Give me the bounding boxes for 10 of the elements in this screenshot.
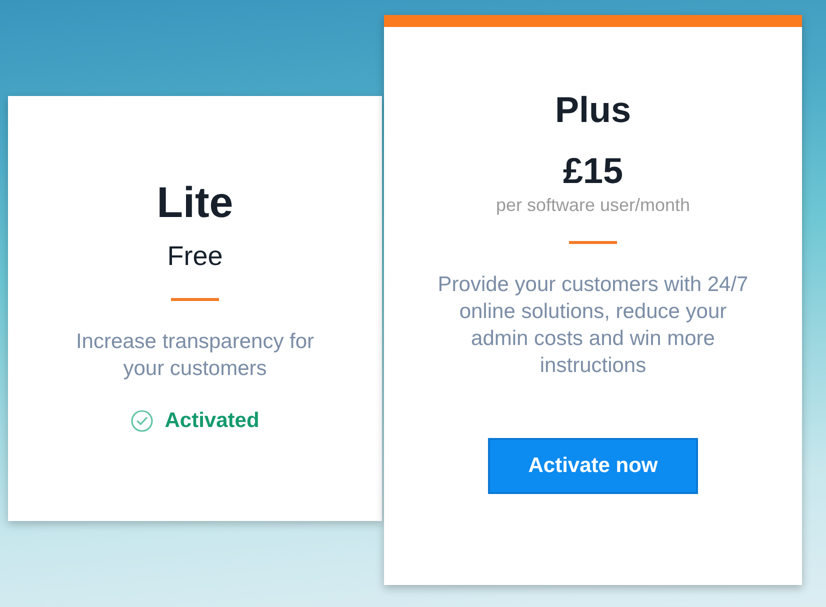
- plan-price: Free: [167, 241, 223, 271]
- price-note: per software user/month: [496, 194, 690, 216]
- plan-name: Lite: [156, 179, 234, 227]
- check-circle-icon: [130, 410, 153, 432]
- activate-button[interactable]: Activate now: [488, 438, 698, 494]
- plan-description: Provide your customers with 24/7 online solutions, reduce your admin costs and win more instructions: [436, 272, 750, 379]
- plan-price: £15: [562, 151, 624, 191]
- plan-description: Increase transparency for your customers: [74, 329, 316, 382]
- status-label: Activated: [164, 408, 260, 434]
- plan-name: Plus: [554, 90, 632, 130]
